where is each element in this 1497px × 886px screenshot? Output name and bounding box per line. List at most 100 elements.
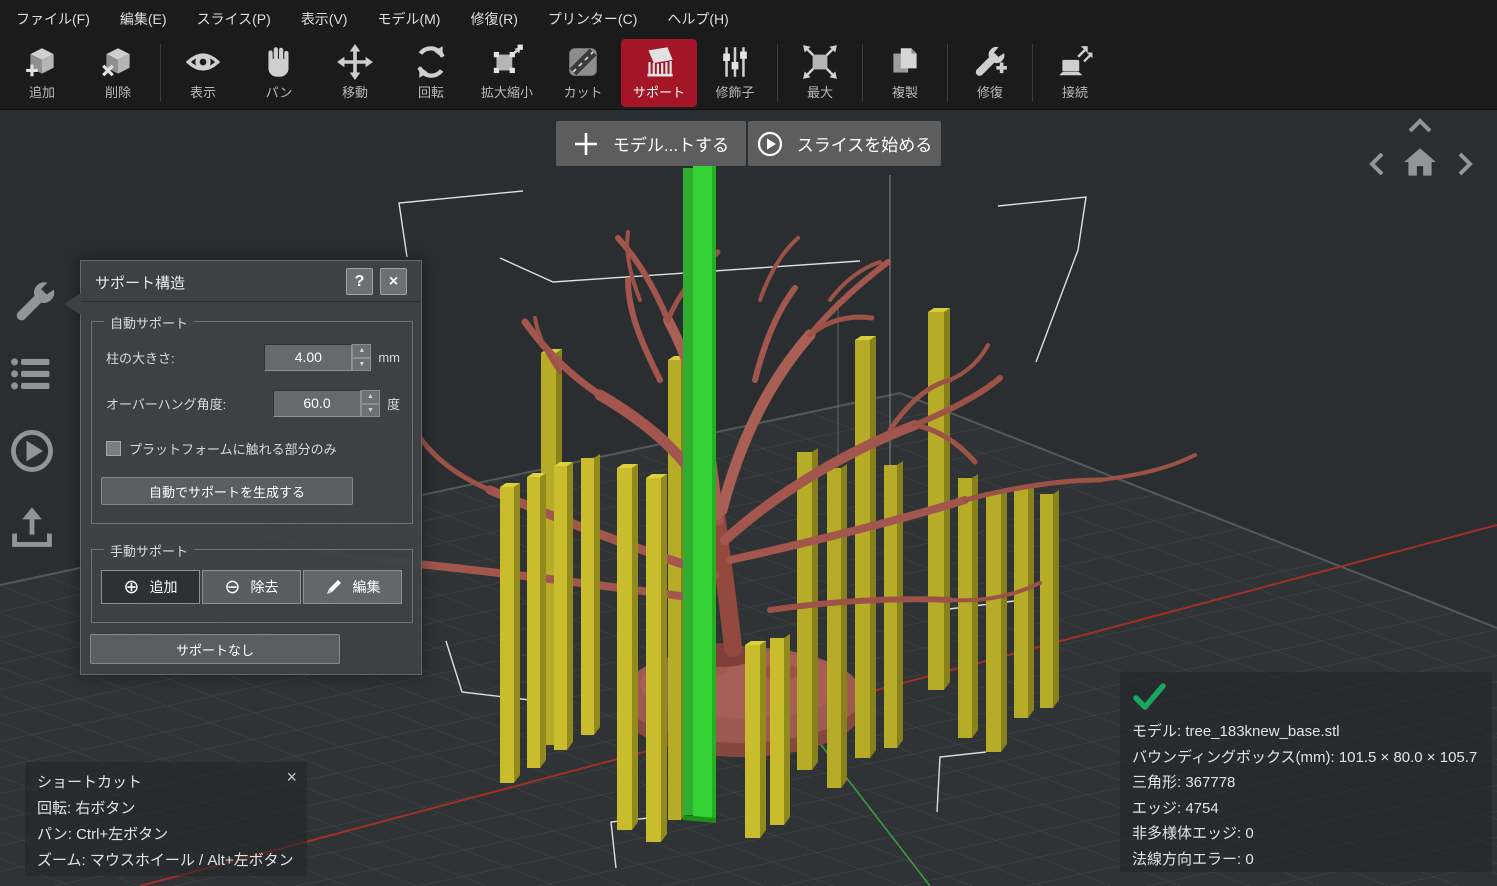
overhang-angle-spin-down[interactable]: ▼ [361,404,380,418]
no-supports-button[interactable]: サポートなし [90,634,340,664]
view-right-button[interactable] [1457,151,1473,177]
main-toolbar: 追加 削除 表示 パン 移動 [0,37,1497,110]
model-nonmanifold-edges: 非多様体エッジ: 0 [1132,821,1480,847]
view-home-button[interactable] [1401,144,1439,182]
toolbar-connect-label: 接続 [1062,82,1088,101]
view-eye-icon [184,43,222,81]
manual-edit-button[interactable]: 編集 [303,570,402,604]
manual-remove-button[interactable]: ⊖ 除去 [202,570,301,604]
export-upload-icon[interactable] [8,503,56,551]
shortcuts-close-icon[interactable]: × [286,768,297,786]
model-list-icon[interactable] [8,351,56,399]
toolbar-pan-label: パン [266,82,293,101]
plus-icon [573,131,599,157]
no-supports-label: サポートなし [176,640,254,659]
toolbar-maximize-label: 最大 [807,82,833,101]
toolbar-modifier-button[interactable]: 修飾子 [697,39,773,107]
new-support-pillar-green [683,166,716,823]
toolbar-repair-label: 修復 [977,82,1003,101]
support-icon [640,43,678,81]
toolbar-delete-label: 削除 [105,82,131,101]
shortcuts-panel: × ショートカット 回転: 右ボタン パン: Ctrl+左ボタン ズーム: マウ… [25,762,307,876]
start-slice-label: スライスを始める [797,131,933,156]
generate-supports-button[interactable]: 自動でサポートを生成する [101,477,353,505]
scale-icon [488,43,526,81]
toolbar-support-label: サポート [633,82,685,101]
toolbar-add-label: 追加 [29,82,55,101]
import-model-button[interactable]: モデル...トする [556,121,746,166]
dialog-title-separator [81,301,421,302]
toolbar-move-label: 移動 [342,82,368,101]
manual-support-group: 手動サポート ⊕ 追加 ⊖ 除去 編集 [91,549,413,623]
left-tool-stack [8,275,64,579]
toolbar-scale-button[interactable]: 拡大縮小 [469,39,545,107]
toolbar-delete-button[interactable]: 削除 [80,39,156,107]
dialog-callout-arrow [64,293,81,315]
start-slice-button[interactable]: スライスを始める [748,121,941,166]
menu-file[interactable]: ファイル(F) [16,9,90,29]
overhang-angle-input[interactable]: 60.0 [273,390,361,417]
auto-support-legend: 自動サポート [104,313,194,332]
toolbar-add-button[interactable]: 追加 [4,39,80,107]
model-bounding-box: バウンディングボックス(mm): 101.5 × 80.0 × 105.7 [1132,745,1480,771]
touch-platform-only-checkbox[interactable] [106,441,121,456]
toolbar-connect-button[interactable]: 接続 [1037,39,1113,107]
manual-support-legend: 手動サポート [104,541,194,560]
menu-slice[interactable]: スライス(P) [197,9,271,29]
toolbar-cut-button[interactable]: カット [545,39,621,107]
manual-edit-label: 編集 [353,577,381,597]
dialog-close-button[interactable]: × [380,268,407,295]
model-triangles: 三角形: 367778 [1132,770,1480,796]
pillar-size-unit: mm [378,350,400,365]
toolbar-modifier-label: 修飾子 [715,82,754,101]
start-print-icon[interactable] [8,427,56,475]
modifier-sliders-icon [716,43,754,81]
toolbar-duplicate-button[interactable]: 複製 [867,39,943,107]
pan-hand-icon [260,43,298,81]
generate-supports-label: 自動でサポートを生成する [149,482,305,501]
dialog-help-button[interactable]: ? [346,268,373,295]
play-icon [757,131,783,157]
pillar-size-spin-up[interactable]: ▲ [352,344,371,358]
menu-repair[interactable]: 修復(R) [470,9,517,29]
move-arrows-icon [336,43,374,81]
circle-minus-icon: ⊖ [225,578,241,597]
toolbar-rotate-button[interactable]: 回転 [393,39,469,107]
delete-model-icon [99,43,137,81]
support-settings-wrench-icon[interactable] [8,275,56,323]
toolbar-repair-button[interactable]: 修復 [952,39,1028,107]
cut-icon [564,43,602,81]
menu-model[interactable]: モデル(M) [377,9,440,29]
shortcut-rotate: 回転: 右ボタン [37,796,295,822]
viewport-3d[interactable]: モデル...トする スライスを始める [0,110,1497,886]
toolbar-rotate-label: 回転 [418,82,444,101]
menu-edit[interactable]: 編集(E) [120,9,167,29]
duplicate-icon [886,43,924,81]
menu-printer[interactable]: プリンター(C) [548,9,637,29]
pillar-size-input[interactable]: 4.00 [264,344,352,371]
menu-help[interactable]: ヘルプ(H) [667,9,728,29]
overhang-angle-label: オーバーハング角度: [106,394,273,413]
manual-add-button[interactable]: ⊕ 追加 [101,570,200,604]
overhang-angle-spinbox: 60.0 ▲ ▼ [273,390,380,417]
model-filename: モデル: tree_183knew_base.stl [1132,719,1480,745]
toolbar-separator [862,44,863,102]
toolbar-separator [1032,44,1033,102]
menu-view[interactable]: 表示(V) [301,9,348,29]
view-up-button[interactable] [1407,118,1433,134]
overhang-angle-spin-up[interactable]: ▲ [361,390,380,404]
view-left-button[interactable] [1369,151,1385,177]
overhang-angle-unit: 度 [387,394,400,413]
toolbar-view-button[interactable]: 表示 [165,39,241,107]
toolbar-cut-label: カット [563,82,602,101]
pillar-size-spinbox: 4.00 ▲ ▼ [264,344,371,371]
maximize-icon [801,43,839,81]
model-normal-errors: 法線方向エラー: 0 [1132,847,1480,873]
manual-add-label: 追加 [149,577,177,597]
toolbar-support-button[interactable]: サポート [621,39,697,107]
toolbar-maximize-button[interactable]: 最大 [782,39,858,107]
toolbar-pan-button[interactable]: パン [241,39,317,107]
toolbar-move-button[interactable]: 移動 [317,39,393,107]
shortcut-zoom: ズーム: マウスホイール / Alt+左ボタン [37,848,295,874]
pillar-size-spin-down[interactable]: ▼ [352,358,371,372]
